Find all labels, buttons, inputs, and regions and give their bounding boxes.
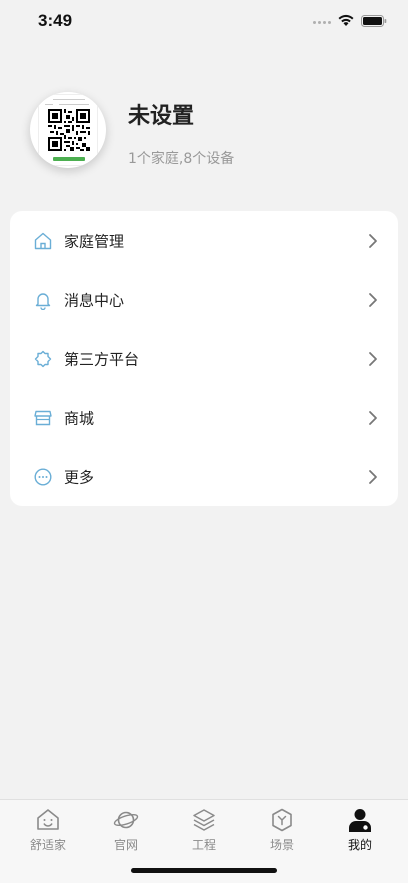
gear-icon <box>34 350 52 367</box>
menu-item-third-party[interactable]: 第三方平台 <box>10 329 398 388</box>
menu-item-label: 消息中心 <box>64 291 125 309</box>
home-icon <box>34 232 52 249</box>
planet-icon <box>113 811 139 829</box>
tab-comfort-home[interactable]: 舒适家 <box>8 800 88 858</box>
tab-me[interactable]: 我的 <box>320 800 400 858</box>
battery-icon <box>361 15 387 27</box>
chevron-right-icon <box>369 410 377 425</box>
chevron-right-icon <box>369 292 377 307</box>
profile-summary: 1个家庭,8个设备 <box>128 151 235 167</box>
menu-card: 家庭管理 消息中心 第三方平台 商城 更多 <box>10 211 398 506</box>
tab-label: 官网 <box>113 838 138 852</box>
menu-item-label: 更多 <box>64 468 95 486</box>
menu-item-store[interactable]: 商城 <box>10 388 398 447</box>
more-icon <box>34 467 52 486</box>
menu-item-label: 第三方平台 <box>64 350 140 368</box>
chevron-right-icon <box>369 233 377 248</box>
menu-item-more[interactable]: 更多 <box>10 447 398 506</box>
cellular-signal-icon <box>313 21 331 24</box>
menu-item-label: 家庭管理 <box>64 232 125 250</box>
profile-header[interactable]: 未设置 1个家庭,8个设备 <box>0 92 408 182</box>
profile-name: 未设置 <box>128 104 195 129</box>
tab-label: 场景 <box>269 838 294 852</box>
qr-code-image <box>38 94 98 166</box>
cube-icon <box>272 808 292 832</box>
store-icon <box>34 410 52 425</box>
user-icon <box>349 809 371 832</box>
status-bar: 3:49 <box>0 0 408 44</box>
tab-label: 我的 <box>347 838 372 852</box>
menu-item-label: 商城 <box>64 409 95 427</box>
layers-icon <box>193 809 215 831</box>
chevron-right-icon <box>369 351 377 366</box>
wifi-icon <box>338 14 354 26</box>
chevron-right-icon <box>369 469 377 484</box>
tab-scenes[interactable]: 场景 <box>242 800 322 858</box>
menu-item-family[interactable]: 家庭管理 <box>10 211 398 270</box>
tab-official-site[interactable]: 官网 <box>86 800 166 858</box>
tab-label: 工程 <box>191 838 216 852</box>
menu-item-messages[interactable]: 消息中心 <box>10 270 398 329</box>
smile-house-icon <box>37 809 59 830</box>
home-indicator[interactable] <box>131 868 277 873</box>
tab-engineering[interactable]: 工程 <box>164 800 244 858</box>
status-time: 3:49 <box>38 11 73 30</box>
avatar[interactable] <box>30 92 106 168</box>
bell-icon <box>35 292 51 310</box>
tab-label: 舒适家 <box>29 838 66 852</box>
